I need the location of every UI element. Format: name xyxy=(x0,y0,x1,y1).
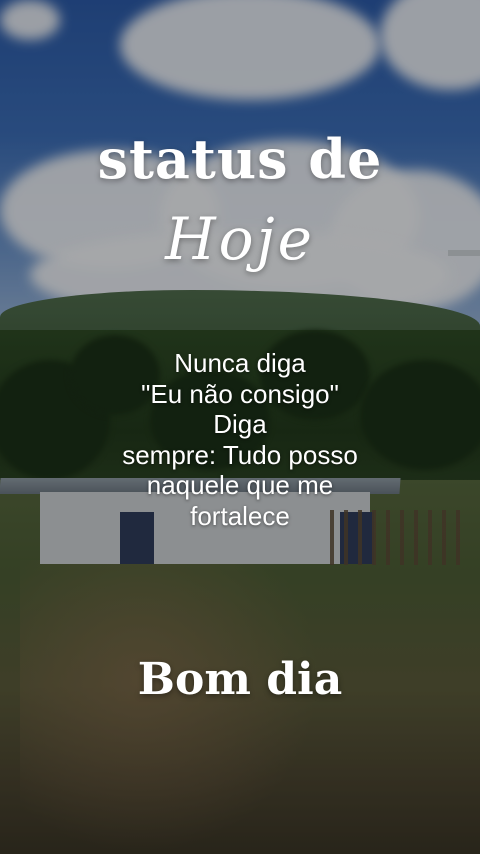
quote-text: Nunca diga "Eu não consigo" Diga sempre:… xyxy=(0,348,480,531)
post-title: status de xyxy=(97,127,383,191)
quote-line: "Eu não consigo" xyxy=(141,378,339,409)
quote-line: naquele que me xyxy=(146,470,334,500)
quote-line: Diga xyxy=(213,409,267,439)
greeting-text: Bom dia xyxy=(137,654,343,705)
status-post: status de Hoje Nunca diga "Eu não consig… xyxy=(0,0,480,854)
quote-line: Nunca diga xyxy=(174,348,306,378)
quote-line: fortalece xyxy=(190,500,290,531)
quote-line: sempre: Tudo posso xyxy=(122,439,358,470)
post-script-title: Hoje xyxy=(165,205,315,273)
